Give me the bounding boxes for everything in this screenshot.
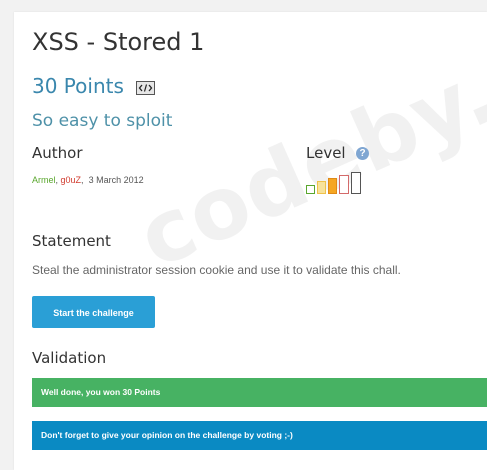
author-line: Armel, g0uZ, 3 March 2012 xyxy=(32,175,144,185)
success-alert: Well done, you won 30 Points xyxy=(32,378,487,407)
level-heading: Level xyxy=(306,144,346,162)
author-heading: Author xyxy=(32,144,83,162)
validation-heading: Validation xyxy=(32,349,107,367)
author-link-armel[interactable]: Armel xyxy=(32,175,56,185)
statement-text: Steal the administrator session cookie a… xyxy=(32,263,401,277)
level-bar-1 xyxy=(306,185,315,194)
author-link-g0uz[interactable]: g0uZ xyxy=(61,175,82,185)
challenge-subtitle: So easy to sploit xyxy=(32,111,173,131)
code-icon[interactable] xyxy=(136,81,155,95)
challenge-title: XSS - Stored 1 xyxy=(32,28,205,56)
statement-heading: Statement xyxy=(32,232,111,250)
level-bar-5 xyxy=(351,172,361,194)
start-challenge-button[interactable]: Start the challenge xyxy=(32,296,155,328)
level-indicator xyxy=(306,172,366,194)
help-icon[interactable]: ? xyxy=(356,147,369,160)
level-bar-3 xyxy=(328,178,337,194)
info-alert: Don't forget to give your opinion on the… xyxy=(32,421,487,450)
challenge-points: 30 Points xyxy=(32,74,124,98)
level-bar-4 xyxy=(339,175,349,194)
publish-date: 3 March 2012 xyxy=(88,175,144,185)
level-bar-2 xyxy=(317,181,326,194)
